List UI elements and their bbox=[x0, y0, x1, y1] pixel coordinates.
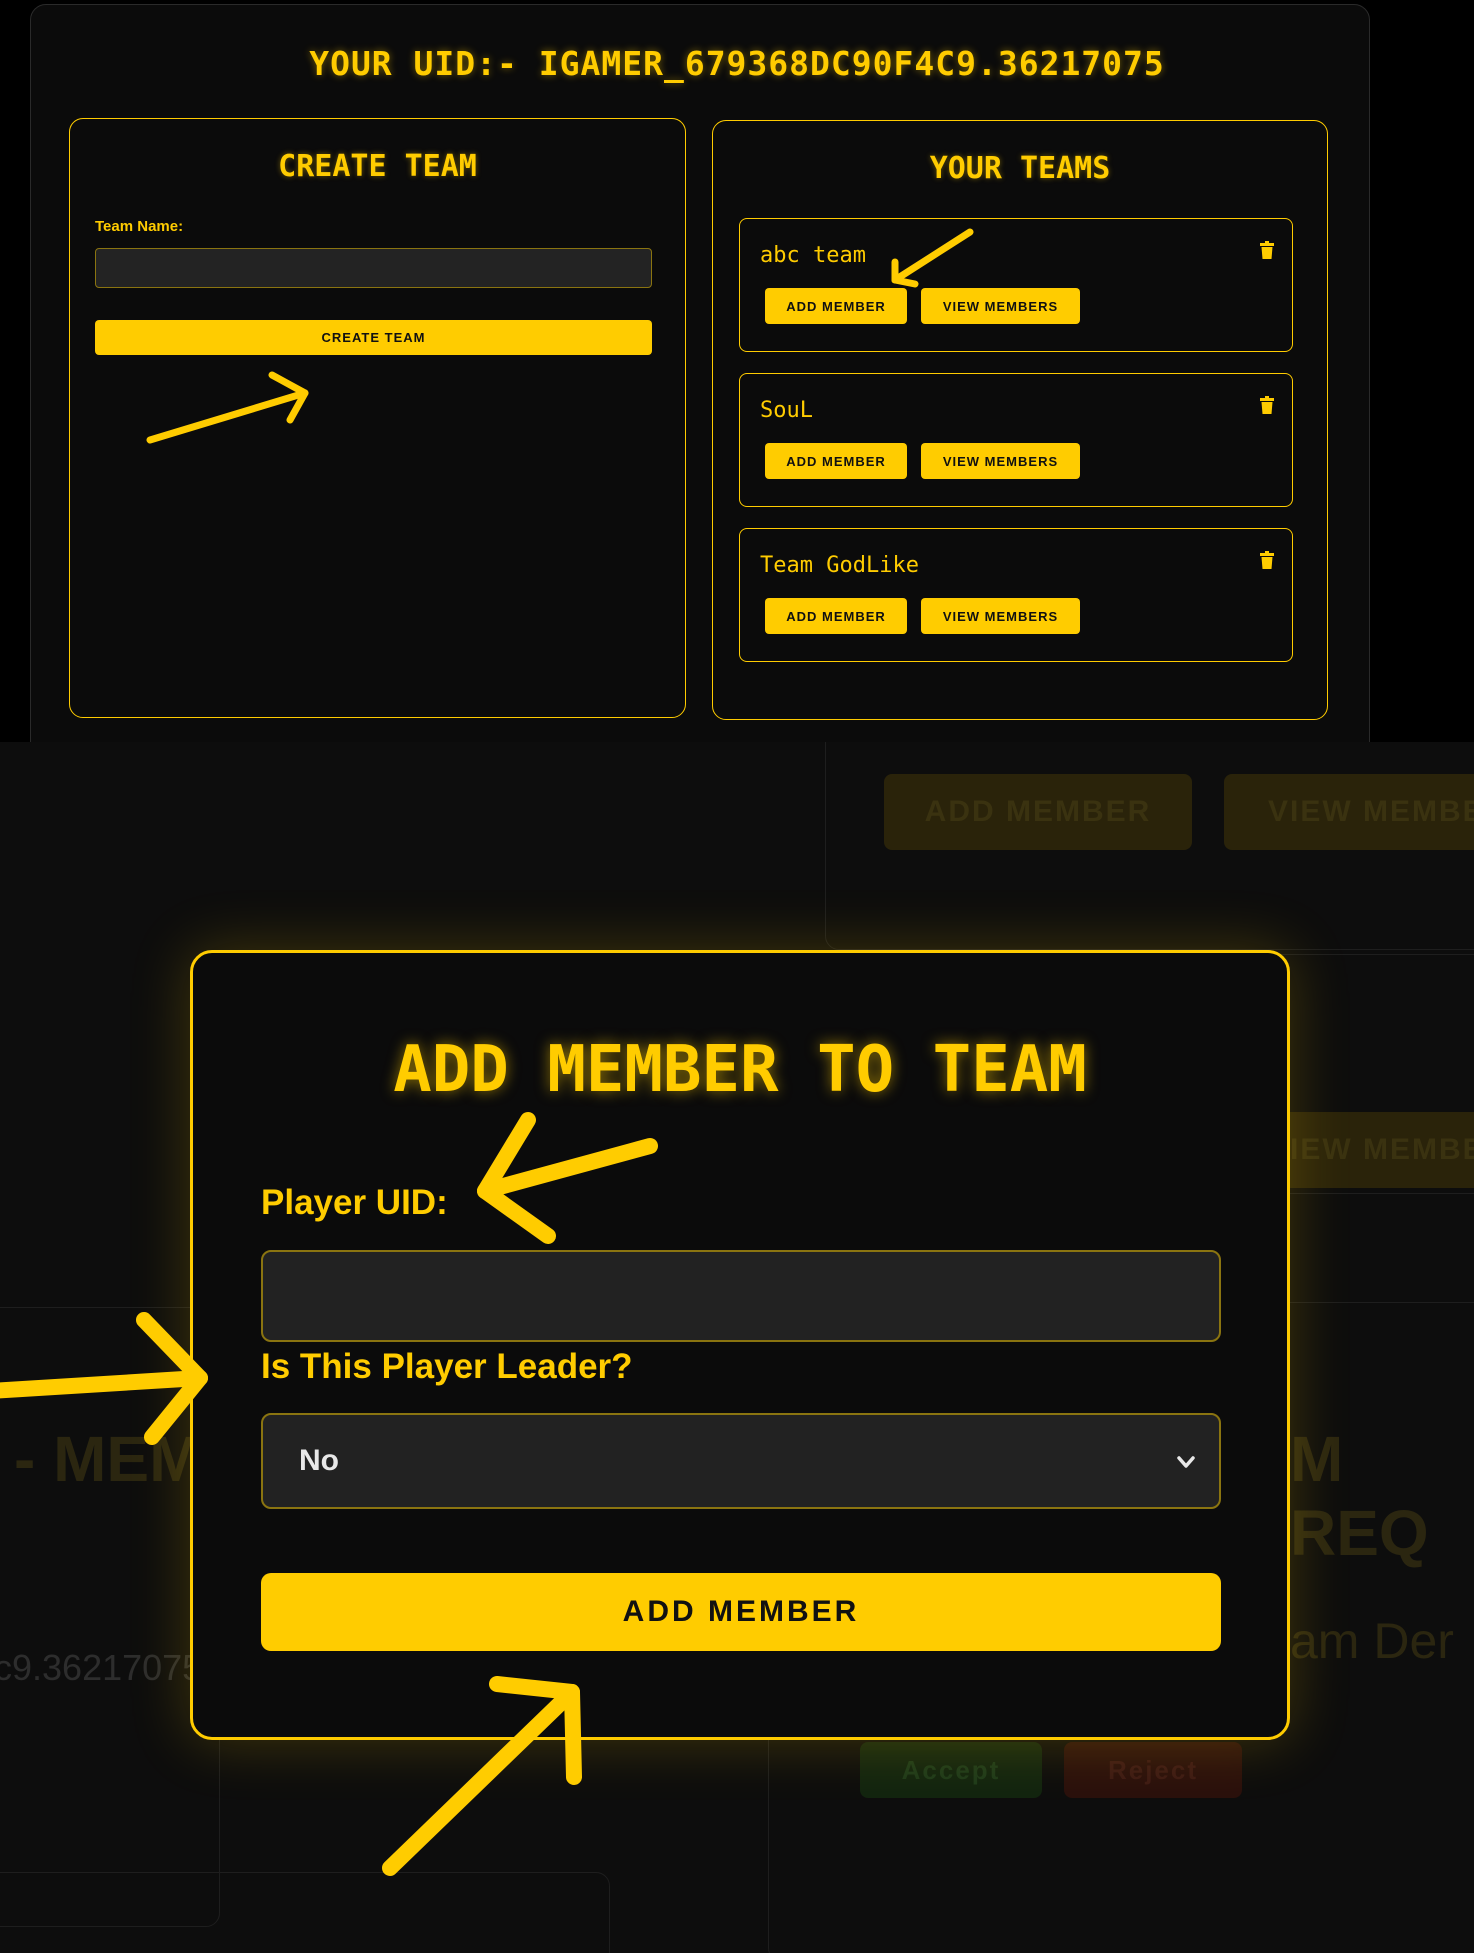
player-uid-input[interactable] bbox=[261, 1250, 1221, 1342]
background-reject-button: Reject bbox=[1064, 1742, 1242, 1798]
trash-icon[interactable] bbox=[1260, 241, 1274, 259]
add-member-modal-screenshot: ADD MEMBER VIEW MEMBE IEW MEMBE - MEM M … bbox=[0, 742, 1474, 1953]
add-member-button[interactable]: ADD MEMBER bbox=[765, 288, 907, 324]
create-team-panel: CREATE TEAM Team Name: CREATE TEAM bbox=[69, 118, 686, 718]
uid-title: YOUR UID:- IGAMER_679368DC90F4C9.3621707… bbox=[309, 44, 1165, 83]
add-member-button[interactable]: ADD MEMBER bbox=[765, 598, 907, 634]
team-card: SouL ADD MEMBER VIEW MEMBERS bbox=[739, 373, 1293, 507]
view-members-button[interactable]: VIEW MEMBERS bbox=[921, 288, 1080, 324]
view-members-button[interactable]: VIEW MEMBERS bbox=[921, 443, 1080, 479]
background-uid-fragment: c9.36217075 bbox=[0, 1647, 203, 1688]
trash-icon[interactable] bbox=[1260, 396, 1274, 414]
create-team-title: CREATE TEAM bbox=[278, 149, 477, 184]
team-dashboard-screenshot: YOUR UID:- IGAMER_679368DC90F4C9.3621707… bbox=[0, 0, 1474, 742]
view-members-button[interactable]: VIEW MEMBERS bbox=[921, 598, 1080, 634]
your-teams-title: YOUR TEAMS bbox=[929, 151, 1111, 186]
team-name-input[interactable] bbox=[95, 248, 652, 288]
leader-label: Is This Player Leader? bbox=[261, 1347, 633, 1386]
add-member-modal: ADD MEMBER TO TEAM Player UID: Is This P… bbox=[190, 950, 1290, 1740]
team-card: Team GodLike ADD MEMBER VIEW MEMBERS bbox=[739, 528, 1293, 662]
player-uid-label: Player UID: bbox=[261, 1183, 448, 1222]
background-members-panel bbox=[0, 1307, 220, 1927]
team-name-label: Team Name: bbox=[95, 218, 184, 235]
leader-select[interactable]: No bbox=[261, 1413, 1221, 1509]
team-card: abc team ADD MEMBER VIEW MEMBERS bbox=[739, 218, 1293, 352]
background-members-heading: - MEM bbox=[14, 1423, 203, 1495]
chevron-down-icon bbox=[1177, 1456, 1195, 1468]
create-team-button[interactable]: CREATE TEAM bbox=[95, 320, 652, 355]
team-name: SouL bbox=[760, 398, 813, 423]
background-team-fragment: am Der bbox=[1290, 1613, 1454, 1669]
your-teams-panel: YOUR TEAMS abc team ADD MEMBER VIEW MEMB… bbox=[712, 120, 1328, 720]
trash-icon[interactable] bbox=[1260, 551, 1274, 569]
team-name: abc team bbox=[760, 243, 866, 268]
background-add-member-button: ADD MEMBER bbox=[884, 774, 1192, 850]
add-member-button[interactable]: ADD MEMBER bbox=[765, 443, 907, 479]
background-team-card bbox=[0, 1872, 610, 1953]
team-name: Team GodLike bbox=[760, 553, 919, 578]
background-view-members-button: VIEW MEMBE bbox=[1224, 774, 1474, 850]
background-view-members-button: IEW MEMBE bbox=[1280, 1112, 1474, 1188]
leader-select-value: No bbox=[299, 1444, 339, 1477]
background-accept-button: Accept bbox=[860, 1742, 1042, 1798]
background-requests-heading: M REQ bbox=[1290, 1423, 1429, 1569]
modal-title: ADD MEMBER TO TEAM bbox=[393, 1033, 1087, 1107]
add-member-submit-button[interactable]: ADD MEMBER bbox=[261, 1573, 1221, 1651]
